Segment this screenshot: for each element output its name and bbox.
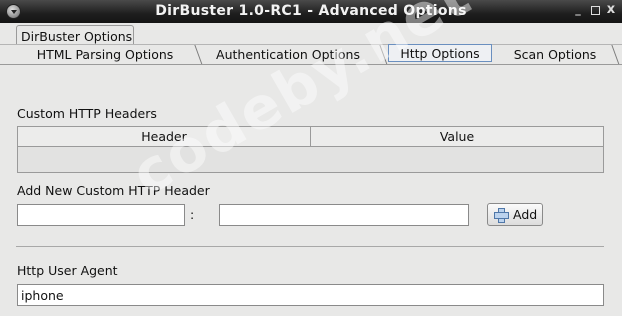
tab-authentication-options[interactable]: Authentication Options bbox=[198, 45, 388, 65]
section-divider bbox=[16, 246, 604, 247]
header-value-separator: : bbox=[190, 207, 195, 222]
close-button[interactable]: x bbox=[605, 3, 617, 16]
header-value-input[interactable] bbox=[219, 204, 469, 226]
user-agent-label: Http User Agent bbox=[17, 263, 118, 278]
custom-headers-table[interactable]: Header Value bbox=[17, 126, 604, 173]
window-title: DirBuster 1.0-RC1 - Advanced Options bbox=[155, 3, 467, 19]
add-header-label: Add New Custom HTTP Header bbox=[17, 183, 210, 198]
tab-dirbuster-options[interactable]: DirBuster Options bbox=[16, 25, 134, 45]
tab-label: Authentication Options bbox=[216, 47, 360, 62]
tab-label: Scan Options bbox=[513, 47, 597, 62]
header-name-input[interactable] bbox=[17, 204, 185, 226]
tab-separator bbox=[379, 45, 388, 65]
user-agent-input[interactable]: iphone bbox=[17, 284, 604, 306]
tab-html-parsing-options[interactable]: HTML Parsing Options bbox=[17, 45, 203, 65]
column-header-value[interactable]: Value bbox=[311, 127, 603, 147]
add-button-label: Add bbox=[513, 207, 538, 222]
tab-http-options[interactable]: Http Options bbox=[388, 44, 492, 62]
tab-label: Http Options bbox=[400, 46, 480, 61]
minimize-button[interactable]: _ bbox=[572, 4, 584, 16]
tab-separator bbox=[611, 45, 620, 65]
maximize-button[interactable] bbox=[591, 6, 600, 15]
title-bar[interactable]: DirBuster 1.0-RC1 - Advanced Options _ x bbox=[0, 0, 622, 23]
plus-icon bbox=[494, 208, 509, 223]
watermark: codeby.net bbox=[120, 0, 483, 209]
add-header-button[interactable]: Add bbox=[487, 203, 543, 226]
custom-headers-label: Custom HTTP Headers bbox=[17, 106, 157, 121]
tabs-divider bbox=[0, 64, 622, 65]
tab-scan-options[interactable]: Scan Options bbox=[500, 45, 620, 65]
tab-label: HTML Parsing Options bbox=[36, 47, 174, 62]
column-header-header[interactable]: Header bbox=[18, 127, 311, 147]
